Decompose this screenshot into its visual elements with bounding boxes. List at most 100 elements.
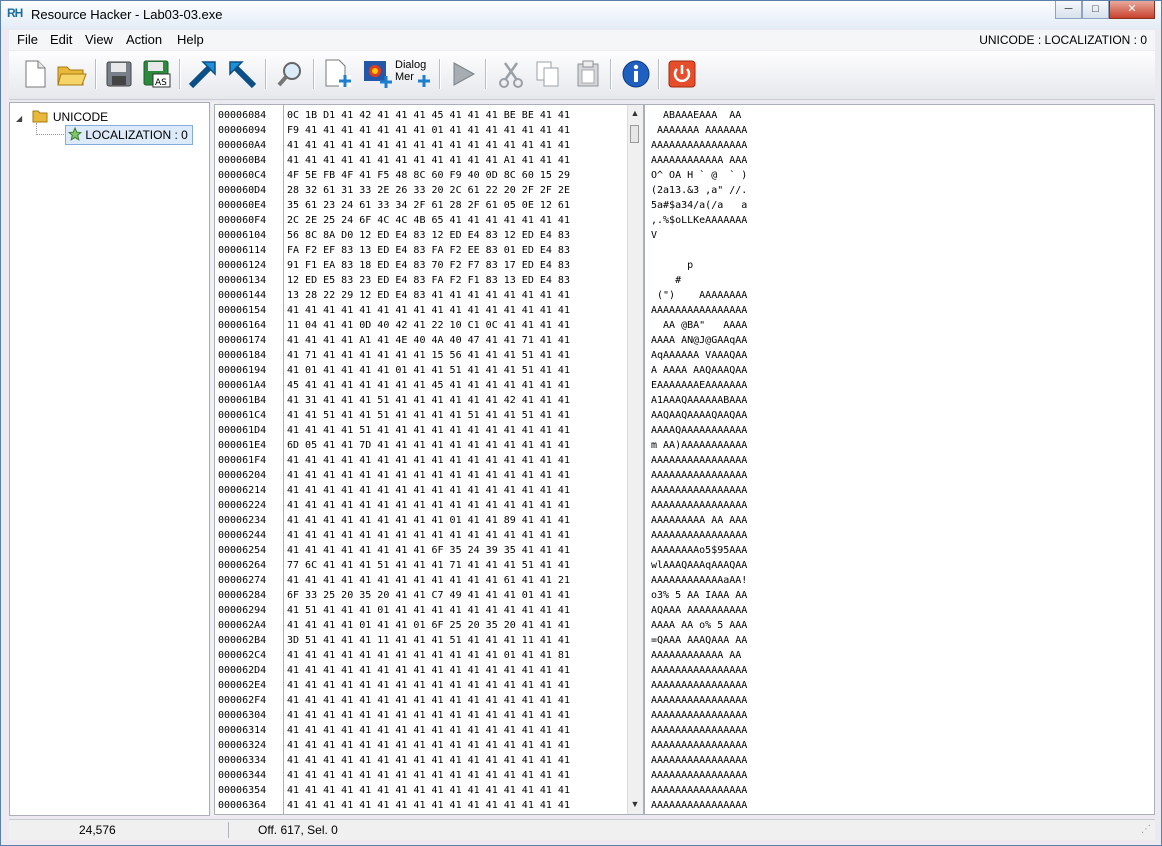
hex-row[interactable]: 41 41 51 41 41 51 41 41 41 41 51 41 41 5… [287,408,570,423]
ascii-row[interactable]: AQAAA AAAAAAAAAA [651,603,747,618]
hex-row[interactable]: 0C 1B D1 41 42 41 41 41 45 41 41 41 BE B… [287,108,570,123]
menu-action[interactable]: Action [126,32,162,47]
hex-row[interactable]: 41 41 41 41 41 41 41 41 41 41 41 41 41 4… [287,798,570,813]
ascii-row[interactable]: A AAAA AAQAAAQAA [651,363,747,378]
hex-row[interactable]: 35 61 23 24 61 33 34 2F 61 28 2F 61 05 0… [287,198,570,213]
ascii-row[interactable]: AAAAAAAAAAAAAAAA [651,303,747,318]
exit-button[interactable] [665,57,699,91]
hex-row[interactable]: 41 41 41 41 41 41 41 41 41 41 41 41 41 4… [287,693,570,708]
hex-row[interactable]: 56 8C 8A D0 12 ED E4 83 12 ED E4 83 12 E… [287,228,570,243]
paste-button[interactable] [571,57,605,91]
tree-node-localization[interactable]: LOCALIZATION : 0 [65,125,193,145]
ascii-row[interactable]: AAAAAAAAo5$95AAA [651,543,747,558]
add-image-button[interactable] [361,57,395,91]
tree-expander-icon[interactable]: ◢ [16,114,22,123]
ascii-row[interactable]: p [651,258,693,273]
open-button[interactable] [55,57,89,91]
ascii-view[interactable]: ABAAAEAAA AA AAAAAAA AAAAAAA AAAAAAAAAAAA… [644,104,1155,815]
hex-row[interactable]: 41 01 41 41 41 41 01 41 41 51 41 41 41 5… [287,363,570,378]
ascii-row[interactable]: AAAAAAA AAAAAAA [651,123,747,138]
hex-row[interactable]: 41 41 41 41 51 41 41 41 41 41 41 41 41 4… [287,423,570,438]
compile-alt-button[interactable] [225,57,259,91]
hex-row[interactable]: 41 41 41 41 41 41 41 41 41 41 41 41 41 4… [287,483,570,498]
tree-node-unicode[interactable]: ◢ UNICODE [16,108,108,124]
hex-row[interactable]: 41 41 41 41 41 41 41 41 41 41 41 41 41 4… [287,468,570,483]
hex-scrollbar[interactable]: ▲ ▼ [627,105,643,814]
hex-row[interactable]: 41 41 41 41 41 41 41 41 41 41 41 41 41 4… [287,678,570,693]
ascii-row[interactable]: =QAAA AAAQAAA AA [651,633,747,648]
hex-row[interactable]: 6D 05 41 41 7D 41 41 41 41 41 41 41 41 4… [287,438,570,453]
hex-row[interactable]: 77 6C 41 41 41 51 41 41 41 71 41 41 41 5… [287,558,570,573]
hex-row[interactable]: 41 41 41 41 41 41 41 41 41 41 41 41 41 4… [287,708,570,723]
ascii-row[interactable]: AAAAAAAAAAAA AA [651,648,741,663]
ascii-row[interactable]: V [651,228,657,243]
hex-row[interactable]: 41 41 41 41 41 41 41 41 6F 35 24 39 35 4… [287,543,570,558]
ascii-row[interactable]: AAAA AN@J@GAAqAA [651,333,747,348]
ascii-row[interactable]: (2a13.&3 ,a" //. [651,183,747,198]
hex-row[interactable]: 41 41 41 41 41 41 41 41 41 41 41 41 41 4… [287,498,570,513]
hex-row[interactable]: 41 41 41 41 41 41 41 41 41 41 41 41 41 4… [287,663,570,678]
hex-row[interactable]: 45 41 41 41 41 41 41 41 45 41 41 41 41 4… [287,378,570,393]
hex-row[interactable]: 6F 33 25 20 35 20 41 41 C7 49 41 41 41 0… [287,588,570,603]
compile-button[interactable] [186,57,220,91]
title-bar[interactable]: RH Resource Hacker - Lab03-03.exe ─ □ ✕ [1,1,1161,29]
ascii-row[interactable]: AAAAQAAAAAAAAAAA [651,423,747,438]
ascii-row[interactable]: AAAAAAAAAAAAAAAA [651,498,747,513]
hex-row[interactable]: 41 41 41 41 41 41 41 41 41 41 41 41 01 4… [287,648,570,663]
cut-button[interactable] [494,57,528,91]
hex-row[interactable]: 41 41 41 41 41 41 41 41 41 41 41 41 41 4… [287,723,570,738]
add-resource-button[interactable] [321,57,355,91]
ascii-row[interactable]: AAAAAAAAAAAAAAAA [651,468,747,483]
ascii-row[interactable]: AAAAAAAAAAAAAAAA [651,678,747,693]
ascii-row[interactable]: AAQAAQAAAAQAAQAA [651,408,747,423]
save-button[interactable] [102,57,136,91]
run-script-button[interactable] [446,57,480,91]
hex-view[interactable]: 00006084 00006094 000060A4 000060B4 000060C4… [214,104,644,815]
ascii-row[interactable]: AAAAAAAAAAAAAAAA [651,798,747,813]
ascii-row[interactable]: ,.%$oLLKeAAAAAAA [651,213,747,228]
ascii-row[interactable]: (") AAAAAAAA [651,288,747,303]
new-file-button[interactable] [18,57,52,91]
hex-row[interactable]: 41 41 41 41 41 41 41 41 41 41 41 41 A1 4… [287,153,570,168]
ascii-row[interactable]: AAAAAAAAAAAAAAAA [651,138,747,153]
hex-row[interactable]: 41 41 41 41 41 41 41 41 41 41 41 41 41 4… [287,138,570,153]
ascii-row[interactable]: AAAAAAAAAAAAAAAA [651,663,747,678]
save-as-button[interactable]: AS [140,57,174,91]
hex-row[interactable]: 41 51 41 41 41 01 41 41 41 41 41 41 41 4… [287,603,570,618]
hex-row[interactable]: 41 41 41 41 41 41 41 41 41 41 41 41 41 4… [287,753,570,768]
hex-row[interactable]: 12 ED E5 83 23 ED E4 83 FA F2 F1 83 13 E… [287,273,570,288]
ascii-row[interactable]: AAAAAAAAAAAAAAAA [651,693,747,708]
ascii-row[interactable]: AAAAAAAAAAAAAAAA [651,708,747,723]
hex-row[interactable]: 4F 5E FB 4F 41 F5 48 8C 60 F9 40 0D 8C 6… [287,168,570,183]
hex-row[interactable]: 41 41 41 41 41 41 41 41 41 01 41 41 89 4… [287,513,570,528]
menu-view[interactable]: View [85,32,113,47]
ascii-row[interactable]: A1AAAQAAAAAABAAA [651,393,747,408]
resource-tree[interactable]: ◢ UNICODE LOCALIZATION : 0 [9,102,210,816]
find-button[interactable] [273,57,307,91]
hex-row[interactable]: 41 41 41 41 41 41 41 41 41 41 41 41 41 4… [287,768,570,783]
hex-row[interactable]: 41 41 41 41 A1 41 4E 40 4A 40 47 41 41 7… [287,333,570,348]
ascii-row[interactable]: EAAAAAAAEAAAAAAA [651,378,747,393]
ascii-row[interactable]: AAAAAAAAAAAAAAAA [651,453,747,468]
hex-row[interactable]: F9 41 41 41 41 41 41 41 01 41 41 41 41 4… [287,123,570,138]
minimize-button[interactable]: ─ [1055,1,1082,19]
ascii-row[interactable]: # [651,273,681,288]
hex-row[interactable]: 2C 2E 25 24 6F 4C 4C 4B 65 41 41 41 41 4… [287,213,570,228]
ascii-row[interactable]: AAAAAAAAAAAAAAAA [651,753,747,768]
ascii-row[interactable]: AqAAAAAA VAAAQAA [651,348,747,363]
ascii-row[interactable]: 5a#$a34/a(/a a [651,198,747,213]
hex-row[interactable]: 41 41 41 41 41 41 41 41 41 41 41 41 41 4… [287,528,570,543]
maximize-button[interactable]: □ [1082,1,1109,19]
ascii-row[interactable]: wlAAAQAAAqAAAQAA [651,558,747,573]
ascii-row[interactable]: AAAAAAAAAAAAAAAA [651,783,747,798]
ascii-row[interactable]: AAAAAAAAAAAAaAA! [651,573,747,588]
ascii-row[interactable]: AAAAAAAAAAAAAAAA [651,738,747,753]
hex-row[interactable]: 41 41 41 41 01 41 41 01 6F 25 20 35 20 4… [287,618,570,633]
menu-edit[interactable]: Edit [50,32,72,47]
ascii-row[interactable]: m AA)AAAAAAAAAAA [651,438,747,453]
scroll-thumb[interactable] [630,125,639,143]
hex-row[interactable]: 41 41 41 41 41 41 41 41 41 41 41 41 41 4… [287,738,570,753]
ascii-row[interactable]: o3% 5 AA IAAA AA [651,588,747,603]
hex-row[interactable]: 11 04 41 41 0D 40 42 41 22 10 C1 0C 41 4… [287,318,570,333]
ascii-row[interactable]: AAAAAAAAAAAAAAAA [651,768,747,783]
